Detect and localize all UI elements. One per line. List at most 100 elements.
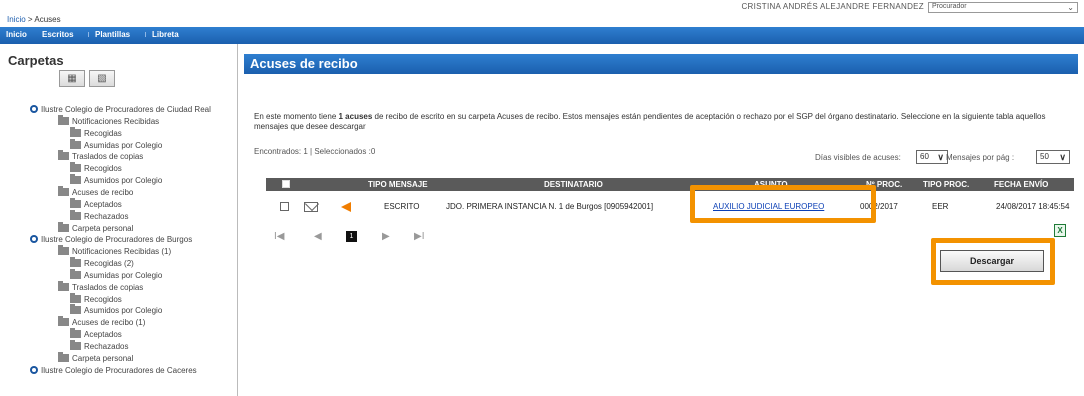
folder-icon	[70, 126, 81, 137]
tree-item[interactable]: Asumidos por Colegio	[70, 174, 163, 186]
tree-item-label: Notificaciones Recibidas (1)	[72, 247, 172, 257]
folder-icon	[58, 280, 69, 291]
select-all-checkbox[interactable]	[282, 180, 290, 188]
tree-item[interactable]: Ilustre Colegio de Procuradores de Ciuda…	[30, 104, 211, 115]
folder-icon	[70, 304, 81, 315]
tree-item-label: Aceptados	[84, 199, 122, 209]
folder-icon	[70, 174, 81, 185]
envelope-icon	[304, 202, 318, 212]
last-page-icon[interactable]: ▶I	[414, 231, 424, 242]
visible-days-select[interactable]: 60 ∨	[916, 150, 948, 164]
nav-item-libreta[interactable]: Libreta	[152, 30, 179, 39]
column-header-tipo[interactable]: TIPO MENSAJE	[368, 180, 428, 189]
chevron-down-icon: ⌄	[1067, 3, 1074, 12]
tree-item-label: Traslados de copias	[72, 282, 144, 292]
tree-item-label: Recogidos	[84, 164, 122, 174]
excel-export-icon[interactable]: X	[1054, 224, 1066, 237]
expand-folders-button[interactable]: ▦	[59, 70, 85, 87]
folder-icon	[58, 150, 69, 161]
tree-item[interactable]: Traslados de copias	[58, 150, 144, 162]
nav-item-escritos[interactable]: Escritos	[42, 30, 74, 39]
tree-item-label: Recogidos	[84, 294, 122, 304]
folder-icon	[70, 209, 81, 220]
tree-item[interactable]: Recogidos	[70, 292, 122, 305]
folder-icon	[70, 292, 81, 303]
chevron-down-icon: ∨	[937, 152, 944, 162]
column-header-num-proc[interactable]: Nº PROC.	[866, 180, 902, 189]
tree-item[interactable]: Aceptados	[70, 197, 122, 210]
tree-item[interactable]: Asumidas por Colegio	[70, 268, 162, 281]
folder-icon	[70, 162, 81, 173]
tree-item-label: Asumidos por Colegio	[84, 176, 163, 186]
first-page-icon[interactable]: I◀	[274, 231, 284, 242]
prev-page-icon[interactable]: ◀	[314, 231, 322, 242]
tree-item[interactable]: Carpeta personal	[58, 221, 134, 234]
profile-select-value: Procurador	[932, 3, 967, 10]
cell-destinatario: JDO. PRIMERA INSTANCIA N. 1 de Burgos [0…	[446, 202, 654, 211]
nav-separator	[88, 32, 91, 37]
folder-icon	[58, 316, 69, 327]
per-page-value: 50	[1040, 152, 1049, 161]
nav-item-plantillas[interactable]: Plantillas	[95, 30, 130, 39]
column-header-destinatario[interactable]: DESTINATARIO	[544, 180, 603, 189]
intro-count: 1 acuses	[338, 112, 373, 121]
nav-separator	[145, 32, 148, 37]
tree-item[interactable]: Rechazados	[70, 340, 129, 352]
collapse-folders-icon: ▧	[97, 73, 107, 84]
folder-icon	[70, 197, 81, 208]
folder-icon	[58, 221, 69, 232]
tree-item-label: Ilustre Colegio de Procuradores de Cacer…	[41, 365, 197, 375]
tree-item[interactable]: Asumidas por Colegio	[70, 138, 162, 151]
table-header: TIPO MENSAJE DESTINATARIO ASUNTO Nº PROC…	[266, 178, 1074, 191]
tree-item[interactable]: Acuses de recibo (1)	[58, 316, 145, 328]
tree-item-label: Acuses de recibo	[72, 187, 134, 197]
column-header-fecha[interactable]: FECHA ENVÍO	[994, 180, 1048, 189]
main-nav: Inicio Escritos Plantillas Libreta	[0, 27, 1084, 44]
intro-text: En este momento tiene 1 acuses de recibo…	[254, 112, 1069, 132]
cell-fecha: 24/08/2017 18:45:54	[996, 202, 1070, 211]
bullet-icon	[30, 235, 38, 244]
tree-item-label: Traslados de copias	[72, 152, 144, 162]
tree-item-label: Ilustre Colegio de Procuradores de Ciuda…	[41, 105, 211, 114]
table-row[interactable]: ESCRITO JDO. PRIMERA INSTANCIA N. 1 de B…	[266, 198, 1074, 214]
tree-item[interactable]: Recogidos	[70, 162, 122, 174]
asunto-link[interactable]: AUXILIO JUDICIAL EUROPEO	[713, 202, 824, 211]
next-page-icon[interactable]: ▶	[382, 231, 390, 242]
top-bar: Inicio > Acuses CRISTINA ANDRÉS ALEJANDR…	[0, 0, 1084, 27]
download-button[interactable]: Descargar	[940, 250, 1044, 272]
tree-item[interactable]: Ilustre Colegio de Procuradores de Cacer…	[30, 365, 197, 376]
current-page[interactable]: 1	[346, 231, 357, 242]
tree-item[interactable]: Recogidas	[70, 126, 122, 139]
tree-item[interactable]: Notificaciones Recibidas	[58, 114, 160, 127]
per-page-select[interactable]: 50 ∨	[1036, 150, 1070, 164]
nav-item-inicio[interactable]: Inicio	[6, 30, 27, 39]
bullet-icon	[30, 105, 38, 113]
tree-item-label: Asumidos por Colegio	[84, 306, 163, 316]
tree-item-label: Rechazados	[84, 342, 129, 351]
breadcrumb-separator: >	[27, 15, 33, 24]
tree-item[interactable]: Recogidas (2)	[70, 257, 134, 269]
column-header-tipo-proc[interactable]: TIPO PROC.	[923, 180, 969, 189]
tree-item[interactable]: Acuses de recibo	[58, 185, 134, 198]
tree-item[interactable]: Traslados de copias	[58, 280, 144, 293]
tree-item-label: Carpeta personal	[72, 353, 134, 363]
page-title: Acuses de recibo	[244, 54, 1078, 74]
breadcrumb-home-link[interactable]: Inicio	[7, 15, 26, 24]
tree-item[interactable]: Notificaciones Recibidas (1)	[58, 245, 172, 257]
tree-item[interactable]: Aceptados	[70, 328, 122, 340]
tree-item[interactable]: Rechazados	[70, 209, 128, 222]
bullet-icon	[30, 365, 38, 374]
visible-days-label: Días visibles de acuses:	[815, 153, 901, 162]
tree-item[interactable]: Carpeta personal	[58, 351, 134, 364]
folder-icon	[70, 340, 81, 350]
tree-item-label: Notificaciones Recibidas	[72, 116, 160, 126]
profile-select[interactable]: Procurador ⌄	[928, 2, 1078, 13]
folders-sidebar: Carpetas ▦ ▧ Ilustre Colegio de Procurad…	[0, 44, 238, 396]
tree-item[interactable]: Asumidos por Colegio	[70, 304, 163, 316]
row-checkbox[interactable]	[280, 202, 289, 211]
folder-icon	[58, 245, 69, 256]
collapse-folders-button[interactable]: ▧	[89, 70, 115, 87]
tree-item[interactable]: Ilustre Colegio de Procuradores de Burgo…	[30, 234, 192, 245]
tree-item-label: Carpeta personal	[72, 223, 134, 233]
column-header-asunto[interactable]: ASUNTO	[754, 180, 788, 189]
